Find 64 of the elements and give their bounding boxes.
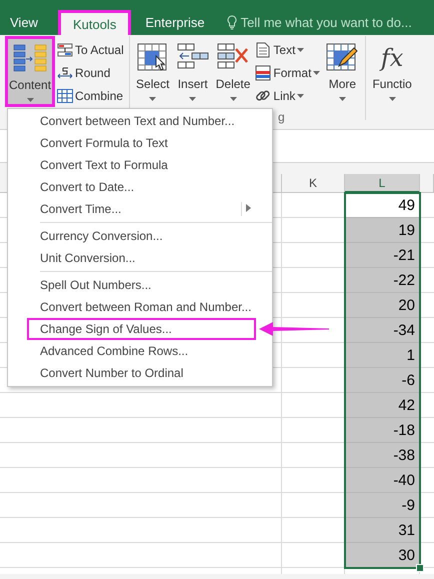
table-cell: -34 [345,318,420,343]
ribbon-button[interactable]: Select [132,36,173,107]
caret-icon [149,97,156,101]
fill-handle[interactable] [416,564,424,572]
pointer-arrow [259,321,329,337]
menu-item[interactable]: Convert Text to Formula [27,154,256,176]
table-cell: -40 [345,468,420,493]
menu-item[interactable]: Advanced Combine Rows... [27,340,256,362]
table-cell: -6 [345,368,420,393]
submenu-arrow-icon [246,204,251,212]
column-header[interactable]: L [345,174,420,193]
ribbon-tab[interactable]: Enterprise [135,10,215,35]
ribbon-tab[interactable]: View [0,10,48,35]
document-icon [255,42,272,58]
menu-item[interactable]: Unit Conversion... [27,247,256,269]
striped-table-icon [255,64,272,80]
table-cell: -9 [345,493,420,518]
caret-icon [297,94,304,98]
caret-icon [26,98,34,102]
table-cell: 30 [345,543,420,568]
caret-icon [297,48,304,52]
menu-item[interactable]: Convert to Date... [27,176,256,198]
ribbon-button[interactable]: Round [55,61,126,84]
ribbon-button[interactable]: Delete [212,36,254,107]
ribbon-button[interactable]: Insert [172,36,213,107]
menu-item[interactable]: Convert Number to Ordinal [27,362,256,384]
ribbon-button[interactable]: More [322,36,362,107]
function-glyph: fx [380,43,404,74]
table-cell: 42 [345,393,420,418]
ribbon-button[interactable]: Content [5,36,56,107]
menu-item[interactable]: Spell Out Numbers... [27,274,256,296]
ribbon-button[interactable]: To Actual [55,38,126,61]
chain-link-icon [255,88,272,104]
table-cell: 19 [345,218,420,243]
menu-item[interactable]: Currency Conversion... [27,225,256,247]
ribbon-button[interactable]: Text [253,38,322,61]
ribbon-button[interactable]: fx Functio [369,36,415,107]
ribbon-tab[interactable]: Kutools [58,10,132,35]
table-icon [57,88,74,102]
caret-icon [189,97,196,101]
column-header[interactable]: K [282,174,345,193]
convert-icon [57,42,74,56]
menu-item[interactable]: Convert Formula to Text [27,132,256,154]
caret-icon [313,70,320,74]
caret-icon [338,97,346,101]
lightbulb-icon [226,15,237,30]
menu-item[interactable]: Convert between Text and Number... [27,110,256,132]
caret-icon [388,97,396,101]
table-cell: 31 [345,518,420,543]
tell-me-field[interactable]: Tell me what you want to do... [240,15,412,30]
caret-icon [230,97,237,101]
ribbon-button[interactable]: Format [253,61,322,84]
table-cell: 1 [345,343,420,368]
group-label: g [278,110,285,124]
ribbon-button[interactable]: Combine [55,84,126,107]
table-cell: -18 [345,418,420,443]
round-arrows-icon [57,66,74,80]
table-cell: -38 [345,443,420,468]
table-cell: -21 [345,243,420,268]
ribbon-button[interactable]: Link [253,84,322,107]
menu-item[interactable]: Convert between Roman and Number... [27,296,256,318]
table-cell: 20 [345,293,420,318]
table-cell: -22 [345,268,420,293]
menu-item[interactable]: Convert Time... [27,198,256,220]
